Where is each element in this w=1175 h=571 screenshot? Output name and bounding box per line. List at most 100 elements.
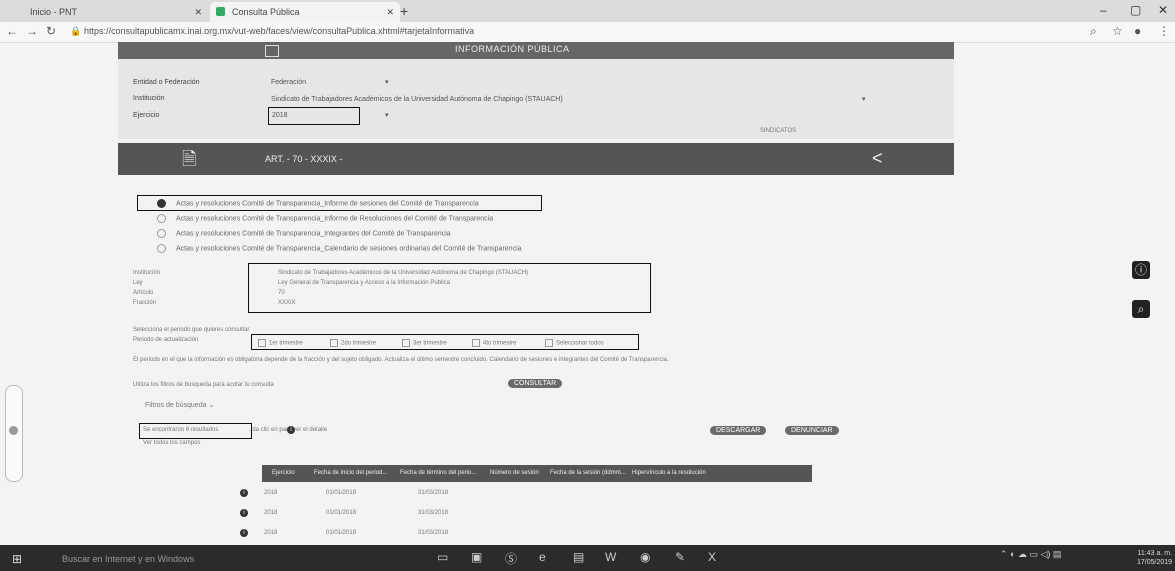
close-icon[interactable]: ✕ [194,2,202,22]
share-icon[interactable]: < [872,148,883,169]
entidad-select[interactable]: Federación [271,79,306,86]
forward-icon[interactable]: → [26,24,38,38]
category-label: SINDICATOS [760,128,797,134]
period-option-3[interactable]: 3er trimestre [402,339,447,347]
table-cell: 01/01/2018 [326,530,357,536]
detail-value: Ley General de Transparencia y Acceso a … [278,280,451,286]
ejercicio-select[interactable]: 2018 [272,112,288,119]
column-header[interactable]: Fecha de inicio del period... [314,470,387,476]
document-icon [265,45,279,57]
minimize-icon[interactable]: – [1100,3,1107,17]
feedback-icon [9,426,18,435]
table-cell: 01/01/2018 [326,510,357,516]
chevron-down-icon[interactable]: ▾ [385,111,389,119]
windows-start-icon[interactable]: ⊞ [12,552,22,566]
table-row[interactable]: i 2018 01/01/2018 31/03/2018 [240,489,560,497]
table-row[interactable]: i 2018 01/01/2018 31/03/2018 [240,509,560,517]
chrome-icon[interactable]: ◉ [640,550,650,564]
period-note: El periodo en el que la información es o… [133,357,669,363]
checkbox-icon [472,339,480,347]
column-header[interactable]: Número de sesión [490,470,539,476]
article-title: ART. - 70 - XXXIX - [265,154,343,164]
lock-icon: 🔒 [70,26,82,36]
tab-consulta[interactable]: Consulta Pública ✕ [210,2,400,22]
maximize-icon[interactable]: ▢ [1130,3,1141,17]
search-side-icon[interactable]: ⌕ [1132,300,1150,318]
outlook-icon[interactable]: ▣ [471,550,482,564]
info-icon: i [287,426,295,434]
report-button[interactable]: DENUNCIAR [785,426,839,435]
period-prompt: Selecciona el periodo que quieres consul… [133,327,250,333]
column-header[interactable]: Fecha de la sesión (ddmm... [550,470,626,476]
tab-label: Inicio - PNT [30,7,78,17]
info-side-icon[interactable]: ⓘ [1132,261,1150,279]
edge-icon[interactable]: e [539,550,546,564]
star-icon[interactable]: ☆ [1112,24,1123,38]
table-cell: 31/03/2018 [418,490,449,496]
radio-icon [157,229,166,238]
period-option-1[interactable]: 1er trimestre [258,339,303,347]
period-option-4[interactable]: 4to trimestre [472,339,516,347]
ejercicio-label: Ejercicio [133,112,160,119]
chevron-down-icon: ⌄ [208,402,215,409]
article-band [118,143,954,175]
all-fields-link[interactable]: Ver todos los campos [143,440,200,446]
back-icon[interactable]: ← [6,24,18,38]
word-icon[interactable]: W [605,550,616,564]
radio-icon [157,214,166,223]
option-radio-3[interactable]: Actas y resoluciones Comité de Transpare… [157,229,451,238]
tab-inicio[interactable]: Inicio - PNT ✕ [8,2,208,22]
profile-icon[interactable]: ● [1134,24,1141,38]
table-cell: 31/03/2018 [418,510,449,516]
checkbox-icon [402,339,410,347]
menu-icon[interactable]: ⋮ [1158,24,1170,38]
close-icon[interactable]: ✕ [386,2,394,22]
feedback-tab[interactable] [5,385,23,482]
taskbar-search[interactable]: Buscar en Internet y en Windows [42,550,242,568]
checkbox-icon [545,339,553,347]
tab-label: Consulta Pública [232,7,300,17]
zoom-icon[interactable]: ⌕ [1090,24,1097,39]
url-field[interactable]: https://consultapublicamx.inai.org.mx/vu… [84,26,474,36]
table-row[interactable]: i 2018 01/01/2018 31/03/2018 [240,529,560,537]
file-explorer-icon[interactable]: ▤ [573,550,584,564]
close-window-icon[interactable]: ✕ [1158,3,1168,17]
info-icon[interactable]: i [240,509,248,517]
filter-hint: Utiliza los filtros de búsqueda para aco… [133,382,274,388]
institucion-label: Institución [133,95,165,102]
detail-value: 70 [278,290,285,296]
article-icon: 🗎 [182,149,197,169]
checkbox-icon [258,339,266,347]
page-title: INFORMACIÓN PÚBLICA [455,44,570,54]
excel-icon[interactable]: X [708,550,716,564]
option-radio-2[interactable]: Actas y resoluciones Comité de Transpare… [157,214,493,223]
favicon-icon [216,7,225,16]
download-button[interactable]: DESCARGAR [710,426,767,435]
acrobat-icon[interactable]: ✎ [675,550,685,564]
reload-icon[interactable]: ↻ [46,24,56,38]
chevron-down-icon[interactable]: ▾ [862,95,866,103]
tray-icons[interactable]: ⌃ ◐ ☁ ▭ ◁) ▤ [1000,549,1061,560]
clock[interactable]: 11:43 a. m. 17/05/2019 [1137,549,1172,567]
option-radio-1[interactable]: Actas y resoluciones Comité de Transpare… [157,199,479,208]
checkbox-icon [330,339,338,347]
filters-toggle[interactable]: Filtros de búsqueda ⌄ [145,401,214,409]
period-option-all[interactable]: Seleccionar todos [545,339,604,347]
detail-label: Fracción [133,300,157,306]
column-header[interactable]: Ejercicio [272,470,295,476]
table-cell: 2018 [264,490,278,496]
column-header[interactable]: Hipervínculo a la resolución [632,470,706,476]
chevron-down-icon[interactable]: ▾ [385,78,389,86]
institucion-select[interactable]: Sindicato de Trabajadores Académicos de … [271,96,563,103]
new-tab-icon[interactable]: + [400,2,408,20]
detail-value: Sindicato de Trabajadores Académicos de … [278,270,529,276]
detail-label: Artículo [133,290,154,296]
task-view-icon[interactable]: ▭ [437,550,448,564]
period-option-2[interactable]: 2do trimestre [330,339,376,347]
consult-button[interactable]: CONSULTAR [508,379,563,388]
info-icon[interactable]: i [240,489,248,497]
column-header[interactable]: Fecha de término del perio... [400,470,476,476]
skype-icon[interactable]: Ⓢ [505,550,517,567]
option-radio-4[interactable]: Actas y resoluciones Comité de Transpare… [157,244,522,253]
info-icon[interactable]: i [240,529,248,537]
